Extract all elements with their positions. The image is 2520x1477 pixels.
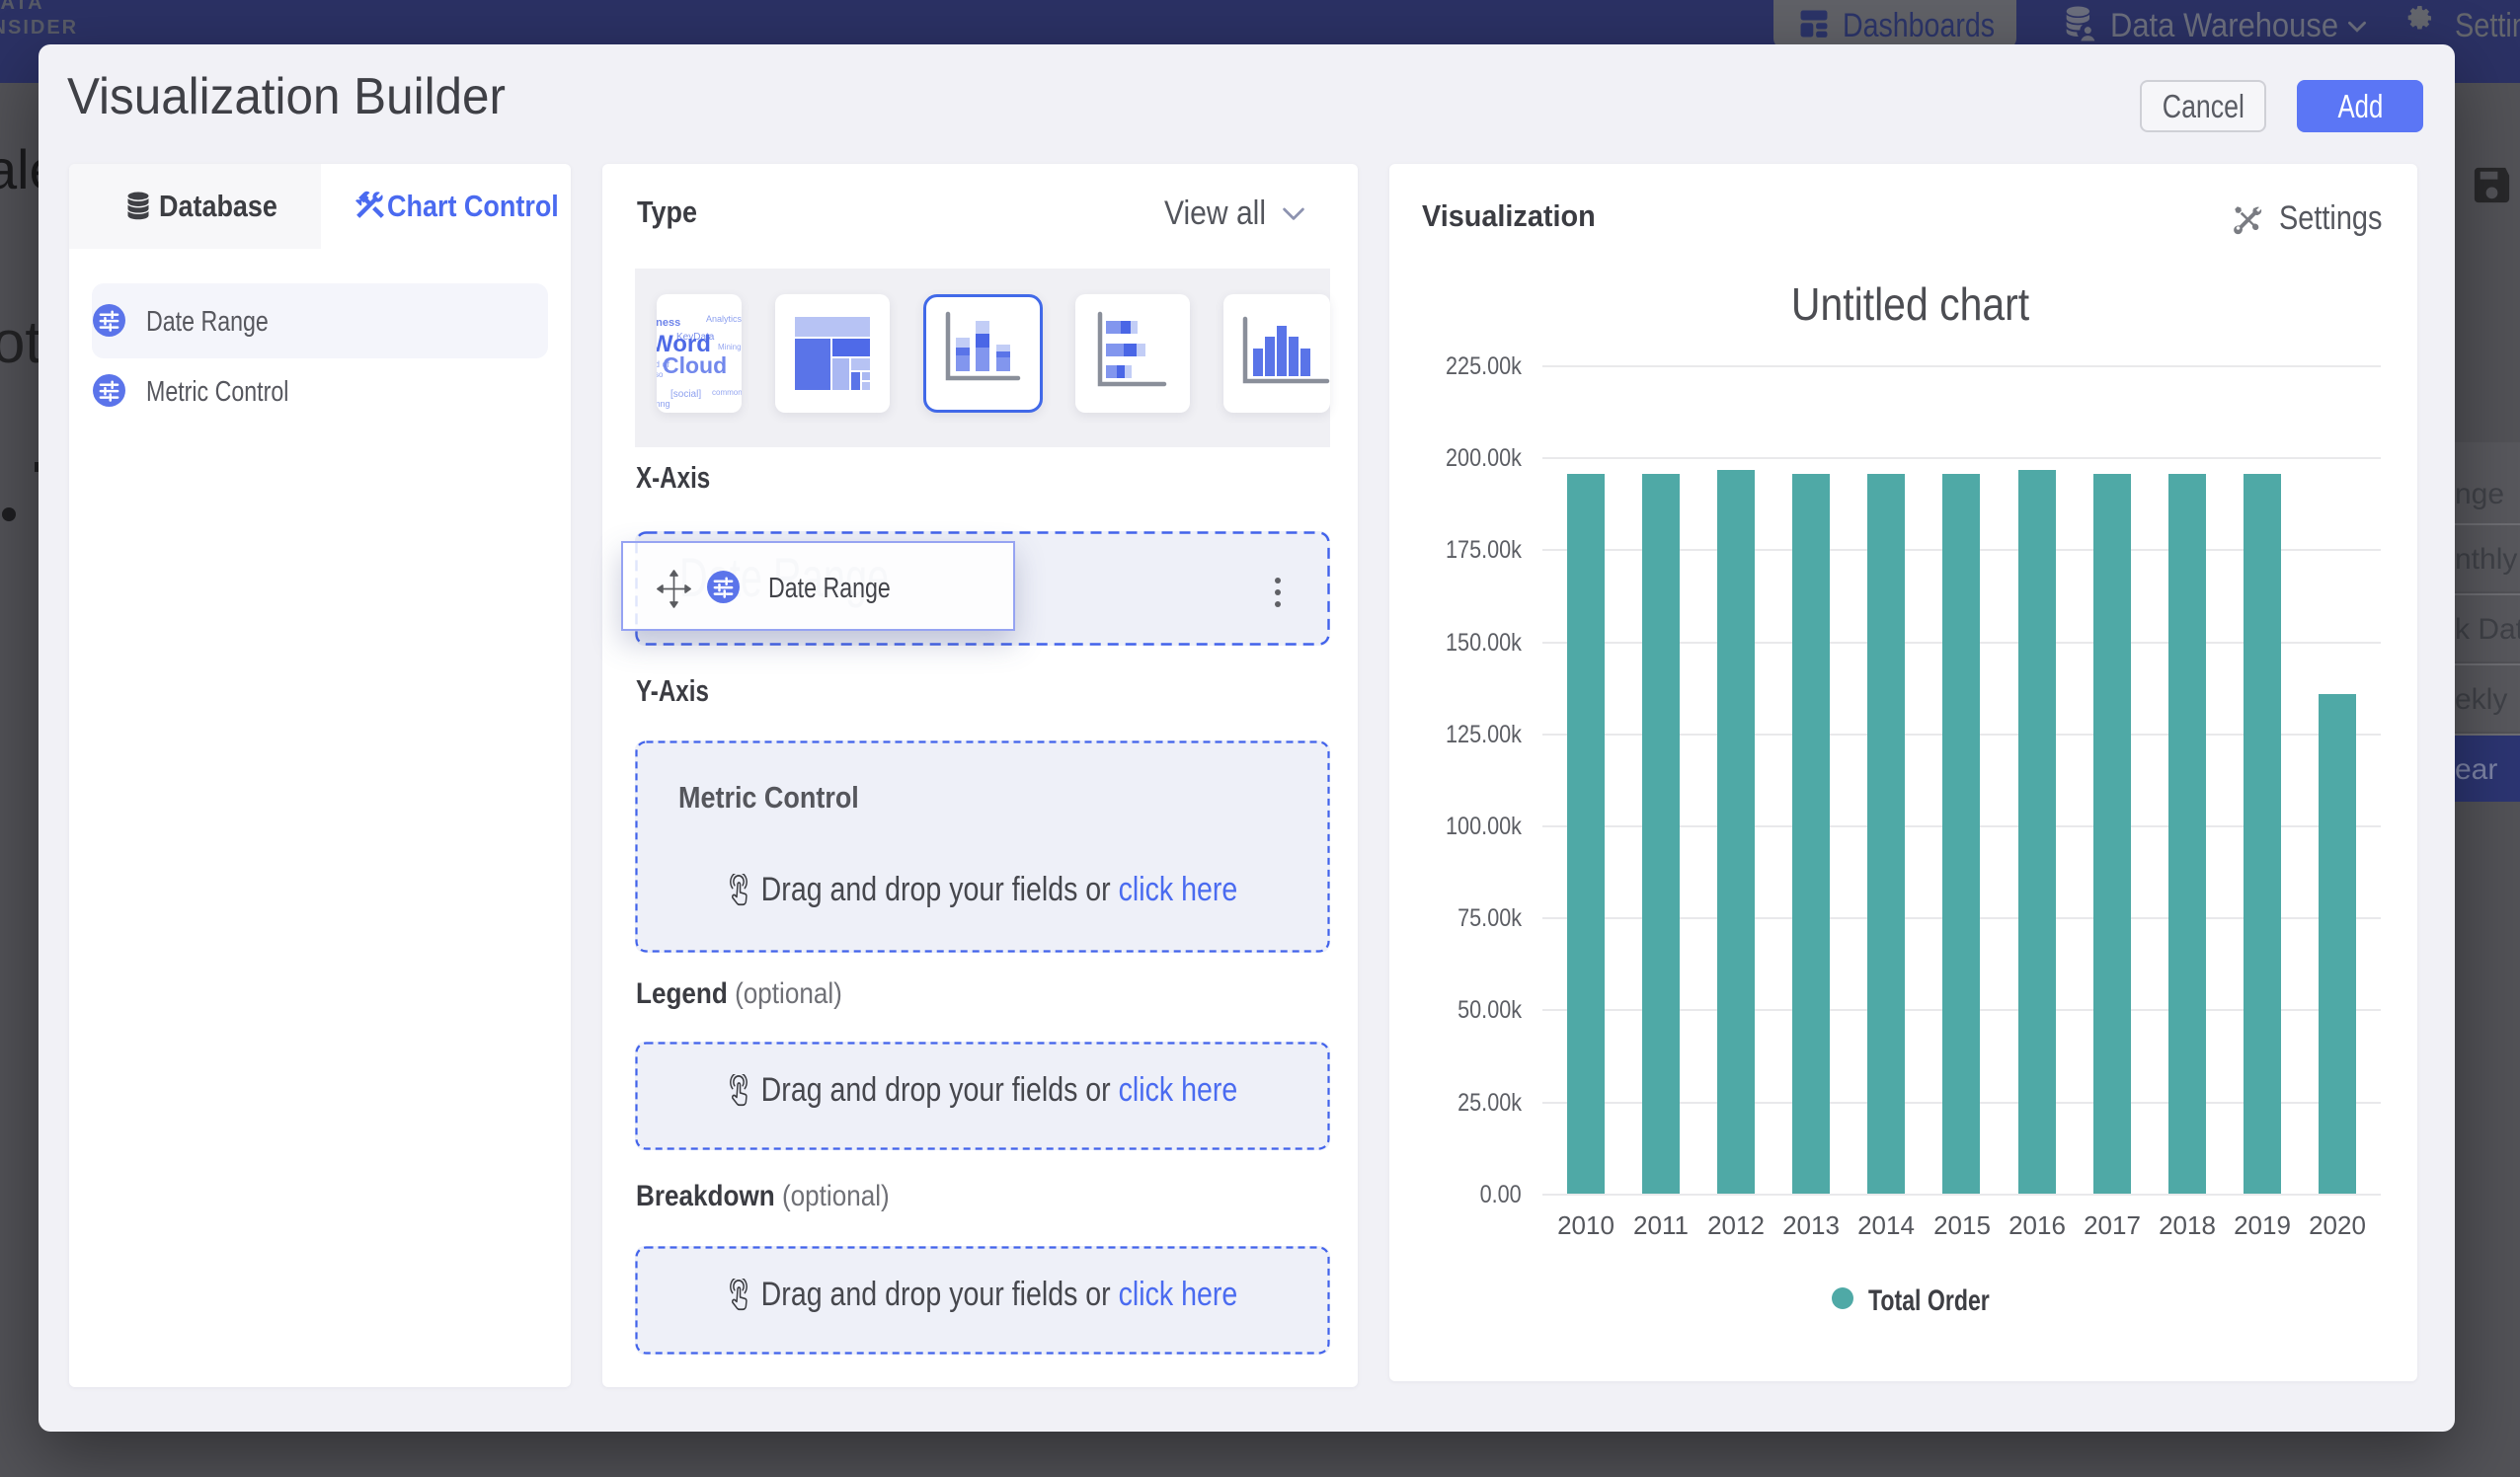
svg-text:common: common bbox=[712, 388, 742, 397]
svg-text:mng: mng bbox=[657, 399, 670, 409]
svg-text:Mining: Mining bbox=[718, 343, 742, 351]
svg-text:Cloud: Cloud bbox=[663, 352, 727, 378]
svg-text:[social]: [social] bbox=[670, 389, 701, 400]
svg-text:siness: siness bbox=[657, 317, 680, 329]
svg-text:Analytics: Analytics bbox=[706, 314, 742, 324]
